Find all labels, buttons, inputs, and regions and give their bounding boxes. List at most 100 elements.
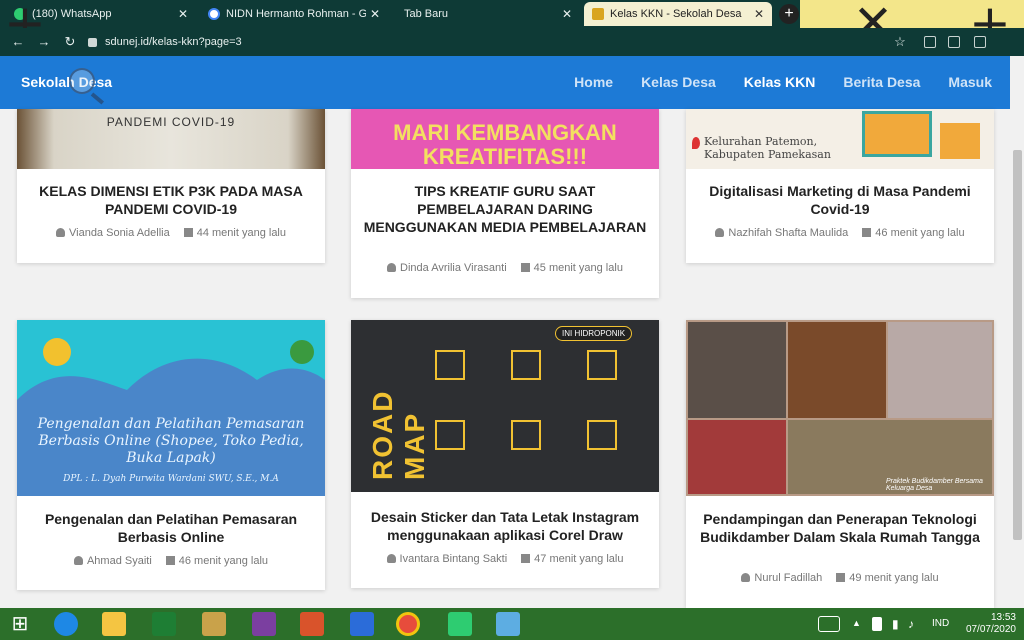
photo-bucket bbox=[688, 322, 786, 418]
nav-home[interactable]: Home bbox=[574, 74, 613, 90]
network-icon[interactable]: ▮ bbox=[892, 617, 904, 631]
nav-berita-desa[interactable]: Berita Desa bbox=[843, 74, 920, 90]
nav-kelas-desa[interactable]: Kelas Desa bbox=[641, 74, 716, 90]
calendar-icon bbox=[836, 573, 846, 582]
tab-label: (180) WhatsApp bbox=[32, 8, 112, 20]
card-time: 45 menit yang lalu bbox=[533, 262, 623, 274]
card-time: 46 menit yang lalu bbox=[875, 227, 965, 239]
user-icon bbox=[73, 556, 83, 565]
forward-icon[interactable]: → bbox=[36, 34, 52, 50]
card-image-subtext: DPL : L. Dyah Purwita Wardani SWU, S.E.,… bbox=[63, 474, 279, 484]
card-image: Pengenalan dan Pelatihan Pemasaran Berba… bbox=[17, 320, 325, 496]
new-tab-button[interactable]: + bbox=[779, 4, 799, 24]
lock-icon bbox=[88, 37, 97, 47]
close-tab-icon[interactable]: ✕ bbox=[370, 7, 380, 21]
chevron-up-icon[interactable]: ▲ bbox=[852, 618, 862, 628]
calendar-icon bbox=[183, 228, 193, 237]
clock-date: 07/07/2020 bbox=[965, 624, 1016, 635]
windows-start-icon[interactable]: ⊞ bbox=[8, 612, 32, 636]
shop-illustration bbox=[862, 111, 932, 157]
url-text: sdunej.id/kelas-kkn?page=3 bbox=[105, 36, 242, 48]
card-meta: Nazhifah Shafta Maulida 46 menit yang la… bbox=[686, 227, 994, 239]
excel-icon[interactable] bbox=[152, 612, 176, 636]
file-explorer-icon[interactable] bbox=[102, 612, 126, 636]
internet-explorer-icon[interactable] bbox=[54, 612, 78, 636]
card-author: Nurul Fadillah bbox=[754, 572, 823, 584]
card-image-text: PANDEMI COVID-19 bbox=[106, 115, 236, 129]
reload-icon[interactable]: ↻ bbox=[62, 34, 78, 50]
card-author: Vianda Sonia Adellia bbox=[69, 227, 170, 239]
card-author: Ivantara Bintang Sakti bbox=[399, 553, 508, 565]
card-image-text: Pengenalan dan Pelatihan Pemasaran Berba… bbox=[37, 416, 305, 466]
back-icon[interactable]: ← bbox=[10, 34, 26, 50]
nav-masuk[interactable]: Masuk bbox=[948, 74, 992, 90]
youtube-icon bbox=[587, 350, 617, 380]
card-title[interactable]: TIPS KREATIF GURU SAAT PEMBELAJARAN DARI… bbox=[361, 182, 649, 236]
puzzle-icon[interactable] bbox=[948, 36, 960, 48]
card-desain-sticker[interactable]: ROAD MAP INI HIDROPONIK Desain Sticker d… bbox=[351, 320, 659, 588]
cloud-app-icon[interactable] bbox=[448, 612, 472, 636]
card-title[interactable]: Digitalisasi Marketing di Masa Pandemi C… bbox=[696, 182, 984, 218]
card-digitalisasi[interactable]: Kelurahan Patemon, Kabupaten Pamekasan D… bbox=[686, 109, 994, 263]
tab-label: Tab Baru bbox=[404, 8, 449, 20]
chrome-icon[interactable] bbox=[396, 612, 420, 636]
card-kelas-dimensi[interactable]: PANDEMI COVID-19 KELAS DIMENSI ETIK P3K … bbox=[17, 109, 325, 263]
card-time: 46 menit yang lalu bbox=[178, 555, 269, 567]
card-time: 44 menit yang lalu bbox=[196, 227, 286, 239]
card-image-art bbox=[17, 338, 325, 496]
volume-icon[interactable]: ♪ bbox=[908, 617, 920, 631]
profile-icon[interactable] bbox=[974, 36, 986, 48]
calendar-icon bbox=[521, 554, 531, 563]
site-brand[interactable]: Sekolah Desa bbox=[21, 74, 112, 90]
card-title[interactable]: Pendampingan dan Penerapan Teknologi Bud… bbox=[696, 510, 984, 546]
photo-basin bbox=[688, 420, 786, 494]
tab-new[interactable]: Tab Baru ✕ bbox=[392, 2, 580, 26]
shelf-illustration bbox=[940, 123, 980, 159]
scrollbar-thumb[interactable] bbox=[1013, 150, 1022, 540]
url-field[interactable]: sdunej.id/kelas-kkn?page=3 bbox=[88, 32, 788, 52]
clock-time: 13:53 bbox=[990, 612, 1016, 623]
card-pengenalan-pemasaran[interactable]: Pengenalan dan Pelatihan Pemasaran Berba… bbox=[17, 320, 325, 590]
nav-kelas-kkn[interactable]: Kelas KKN bbox=[744, 74, 816, 90]
network-app-icon[interactable] bbox=[496, 612, 520, 636]
card-budikdamber[interactable]: Praktek Budikdamber Bersama Keluarga Des… bbox=[686, 320, 994, 608]
calendar-icon bbox=[862, 228, 872, 237]
photo-jar bbox=[788, 322, 886, 418]
close-tab-icon[interactable]: ✕ bbox=[562, 7, 572, 21]
card-meta: Ahmad Syaiti 46 menit yang lalu bbox=[17, 555, 325, 567]
star-icon[interactable]: ☆ bbox=[892, 34, 908, 50]
site-header: Sekolah Desa Home Kelas Desa Kelas KKN B… bbox=[0, 56, 1010, 109]
main-nav: Home Kelas Desa Kelas KKN Berita Desa Ma… bbox=[574, 74, 992, 90]
card-tips-kreatif[interactable]: MARI KEMBANGKAN KREATIFITAS!!! TIPS KREA… bbox=[351, 109, 659, 298]
clock[interactable]: 13:53 07/07/2020 bbox=[966, 612, 1016, 636]
card-meta: Vianda Sonia Adellia 44 menit yang lalu bbox=[17, 227, 325, 239]
word-icon[interactable] bbox=[350, 612, 374, 636]
tab-label: NIDN Hermanto Rohman - Goog bbox=[226, 8, 366, 20]
shield-icon bbox=[592, 8, 604, 20]
onenote-icon[interactable] bbox=[252, 612, 276, 636]
tab-google[interactable]: NIDN Hermanto Rohman - Goog ✕ bbox=[200, 2, 388, 26]
shop-icon bbox=[587, 420, 617, 450]
roadmap-box bbox=[435, 420, 465, 450]
roadmap-box bbox=[435, 350, 465, 380]
card-title[interactable]: Pengenalan dan Pelatihan Pemasaran Berba… bbox=[27, 510, 315, 546]
tab-kelas-kkn[interactable]: Kelas KKN - Sekolah Desa ✕ bbox=[584, 2, 772, 26]
card-title[interactable]: Desain Sticker dan Tata Letak Instagram … bbox=[361, 508, 649, 544]
close-tab-icon[interactable]: ✕ bbox=[178, 7, 188, 21]
archive-icon[interactable] bbox=[202, 612, 226, 636]
extension-icon[interactable] bbox=[924, 36, 936, 48]
card-time: 47 menit yang lalu bbox=[534, 553, 624, 565]
user-icon bbox=[56, 228, 65, 237]
google-icon bbox=[208, 8, 220, 20]
card-image: ROAD MAP INI HIDROPONIK bbox=[351, 320, 659, 492]
card-meta: Ivantara Bintang Sakti 47 menit yang lal… bbox=[351, 553, 659, 565]
roadmap-box bbox=[511, 420, 541, 450]
taskbar: ⊞ ▲ ▮ ♪ IND 13:53 07/07/2020 bbox=[0, 608, 1024, 640]
battery-icon[interactable] bbox=[872, 617, 882, 631]
close-tab-icon[interactable]: ✕ bbox=[754, 7, 764, 21]
card-title[interactable]: KELAS DIMENSI ETIK P3K PADA MASA PANDEMI… bbox=[27, 182, 315, 218]
powerpoint-icon[interactable] bbox=[300, 612, 324, 636]
language-indicator[interactable]: IND bbox=[932, 618, 949, 629]
card-image-text: Praktek Budikdamber Bersama Keluarga Des… bbox=[886, 478, 983, 492]
keyboard-icon[interactable] bbox=[818, 616, 840, 632]
